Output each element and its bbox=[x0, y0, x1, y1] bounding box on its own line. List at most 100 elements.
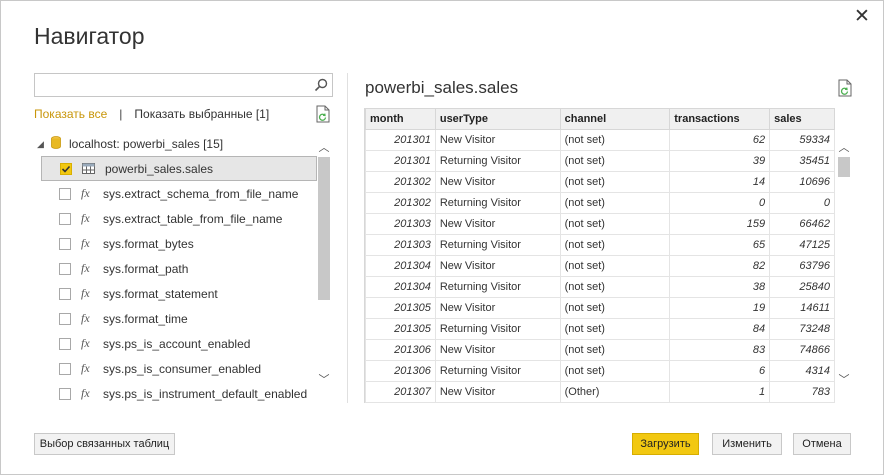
tree-item-label: sys.ps_is_account_enabled bbox=[103, 336, 251, 351]
tree-item[interactable]: fx sys.format_time bbox=[41, 306, 317, 331]
item-checkbox[interactable] bbox=[59, 237, 71, 250]
item-checkbox[interactable] bbox=[59, 312, 71, 325]
column-header[interactable]: transactions bbox=[669, 108, 771, 130]
item-checkbox[interactable] bbox=[59, 287, 71, 300]
cancel-button[interactable]: Отмена bbox=[793, 433, 851, 455]
table-cell: 59334 bbox=[769, 129, 835, 151]
table-cell: 201301 bbox=[365, 150, 436, 172]
function-icon: fx bbox=[81, 261, 90, 275]
item-checkbox[interactable] bbox=[60, 162, 72, 175]
scroll-up-icon[interactable]: ︿ bbox=[317, 141, 331, 155]
select-related-tables-button[interactable]: Выбор связанных таблиц bbox=[34, 433, 175, 455]
tree-item[interactable]: fx sys.format_bytes bbox=[41, 231, 317, 256]
tree-scrollbar[interactable]: ︿ ﹀ bbox=[317, 141, 331, 393]
table-row: 201302 Returning Visitor (not set) 0 0 bbox=[365, 192, 835, 214]
scroll-thumb[interactable] bbox=[838, 157, 850, 177]
table-cell: 83 bbox=[669, 339, 771, 361]
table-cell: (not set) bbox=[559, 213, 671, 235]
table-cell: (not set) bbox=[559, 150, 671, 172]
table-cell: 10696 bbox=[769, 171, 835, 193]
table-cell: 14 bbox=[669, 171, 771, 193]
table-cell: 66462 bbox=[769, 213, 835, 235]
function-icon: fx bbox=[81, 286, 90, 300]
column-header[interactable]: month bbox=[365, 108, 436, 130]
scroll-track[interactable] bbox=[837, 157, 851, 377]
item-checkbox[interactable] bbox=[59, 337, 71, 350]
table-cell: (not set) bbox=[559, 276, 671, 298]
table-cell: (not set) bbox=[559, 339, 671, 361]
navigator-dialog: ✕ Навигатор Показать все | Показать выбр… bbox=[0, 0, 884, 475]
tree-item-label: sys.format_statement bbox=[103, 286, 218, 301]
edit-button[interactable]: Изменить bbox=[712, 433, 782, 455]
tree-root[interactable]: ◢ localhost: powerbi_sales [15] bbox=[37, 136, 223, 152]
scroll-thumb[interactable] bbox=[318, 157, 330, 300]
item-checkbox[interactable] bbox=[59, 262, 71, 275]
table-row: 201306 New Visitor (not set) 83 74866 bbox=[365, 339, 835, 361]
table-cell: 65 bbox=[669, 234, 771, 256]
column-header[interactable]: sales bbox=[769, 108, 835, 130]
table-cell: 35451 bbox=[769, 150, 835, 172]
scroll-down-icon[interactable]: ﹀ bbox=[317, 373, 331, 387]
scroll-up-icon[interactable]: ︿ bbox=[837, 141, 851, 155]
tree-item[interactable]: fx sys.format_path bbox=[41, 256, 317, 281]
preview-scrollbar[interactable]: ︿ ﹀ bbox=[837, 141, 851, 393]
table-cell: (not set) bbox=[559, 255, 671, 277]
table-cell: 159 bbox=[669, 213, 771, 235]
table-cell: 201304 bbox=[365, 255, 436, 277]
tree-item[interactable]: fx sys.ps_is_account_enabled bbox=[41, 331, 317, 356]
item-checkbox[interactable] bbox=[59, 387, 71, 400]
tree-item[interactable]: fx sys.extract_schema_from_file_name bbox=[41, 181, 317, 206]
table-cell: Returning Visitor bbox=[434, 360, 561, 382]
table-cell: 201307 bbox=[365, 381, 436, 403]
search-icon[interactable] bbox=[310, 74, 332, 96]
tree-item[interactable]: fx sys.ps_is_consumer_enabled bbox=[41, 356, 317, 381]
preview-refresh-icon[interactable] bbox=[837, 79, 853, 97]
table-row: 201306 Returning Visitor (not set) 6 4314 bbox=[365, 360, 835, 382]
tree-item[interactable]: fx sys.format_statement bbox=[41, 281, 317, 306]
scroll-down-icon[interactable]: ﹀ bbox=[837, 373, 851, 387]
close-button[interactable]: ✕ bbox=[851, 7, 873, 29]
tree-item-label: powerbi_sales.sales bbox=[105, 161, 214, 176]
tree-item-label: sys.ps_is_consumer_enabled bbox=[103, 361, 262, 376]
table-cell: New Visitor bbox=[434, 213, 561, 235]
column-header[interactable]: channel bbox=[559, 108, 671, 130]
tree-item[interactable]: powerbi_sales.sales bbox=[41, 156, 317, 181]
function-icon: fx bbox=[81, 336, 90, 350]
table-row: 201303 Returning Visitor (not set) 65 47125 bbox=[365, 234, 835, 256]
tree-item-label: sys.extract_table_from_file_name bbox=[103, 211, 283, 226]
preview-table: month userType channel transactions sales 20… bbox=[365, 108, 835, 403]
table-cell: 63796 bbox=[769, 255, 835, 277]
tree-item[interactable]: fx sys.extract_table_from_file_name bbox=[41, 206, 317, 231]
refresh-icon[interactable] bbox=[315, 105, 331, 123]
table-icon bbox=[82, 163, 95, 174]
table-cell: (not set) bbox=[559, 171, 671, 193]
scroll-track[interactable] bbox=[317, 157, 331, 377]
item-checkbox[interactable] bbox=[59, 187, 71, 200]
function-icon: fx bbox=[81, 236, 90, 250]
tree-item-label: sys.format_bytes bbox=[103, 236, 194, 251]
tree-item[interactable]: fx sys.ps_is_instrument_default_enabled bbox=[41, 381, 317, 404]
database-icon bbox=[51, 136, 61, 152]
search-input[interactable] bbox=[35, 74, 305, 96]
table-cell: Returning Visitor bbox=[434, 318, 561, 340]
collapse-caret-icon[interactable]: ◢ bbox=[37, 139, 51, 150]
show-all-link[interactable]: Показать все bbox=[34, 107, 107, 121]
show-selected-link[interactable]: Показать выбранные [1] bbox=[134, 107, 269, 121]
table-cell: 201305 bbox=[365, 297, 436, 319]
table-cell: 84 bbox=[669, 318, 771, 340]
table-cell: 39 bbox=[669, 150, 771, 172]
table-cell: (not set) bbox=[559, 297, 671, 319]
table-cell: Returning Visitor bbox=[434, 234, 561, 256]
load-button[interactable]: Загрузить bbox=[632, 433, 699, 455]
table-cell: Returning Visitor bbox=[434, 192, 561, 214]
function-icon: fx bbox=[81, 361, 90, 375]
table-cell: 201306 bbox=[365, 339, 436, 361]
table-cell: 62 bbox=[669, 129, 771, 151]
item-checkbox[interactable] bbox=[59, 362, 71, 375]
column-header[interactable]: userType bbox=[434, 108, 561, 130]
item-checkbox[interactable] bbox=[59, 212, 71, 225]
table-cell: 4314 bbox=[769, 360, 835, 382]
function-icon: fx bbox=[81, 186, 90, 200]
table-cell: New Visitor bbox=[434, 381, 561, 403]
filter-separator: | bbox=[119, 107, 123, 121]
